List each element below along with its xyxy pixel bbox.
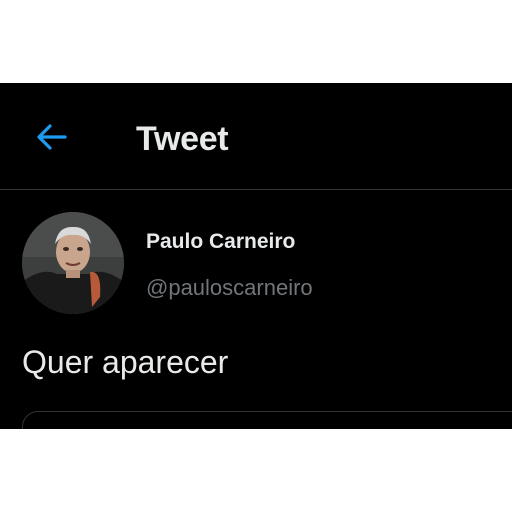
top-bar: Tweet bbox=[0, 83, 512, 190]
avatar[interactable] bbox=[22, 212, 124, 314]
arrow-left-icon bbox=[37, 124, 67, 150]
author-handle[interactable]: @pauloscarneiro bbox=[146, 274, 313, 302]
media-card[interactable] bbox=[22, 411, 512, 429]
tweet-screen: Tweet Paulo Carneiro @pauloscarneiro Que… bbox=[0, 83, 512, 429]
profile-photo bbox=[22, 212, 124, 314]
tweet-text: Quer aparecer bbox=[22, 344, 229, 380]
author-name[interactable]: Paulo Carneiro bbox=[146, 229, 295, 255]
back-button[interactable] bbox=[32, 119, 72, 155]
page-title: Tweet bbox=[136, 120, 229, 158]
